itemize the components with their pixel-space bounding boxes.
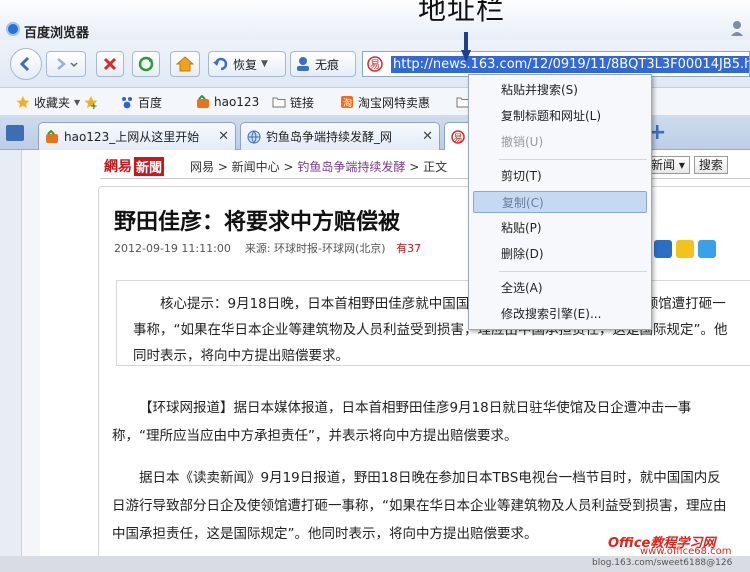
undo-arrow-icon (213, 57, 228, 71)
menu-cut[interactable]: 剪切(T) (473, 165, 647, 187)
bookmark-label: hao123 (214, 95, 260, 109)
tab-close-icon[interactable]: ✕ (422, 129, 433, 144)
bookmark-label: 百度 (138, 95, 163, 110)
arrow-right-icon (57, 58, 78, 70)
incognito-button[interactable]: 无痕 (290, 51, 356, 77)
watermark-blog: blog.163.com/sweet6188@126 (592, 558, 733, 568)
menu-copy[interactable]: 复制(C) (473, 191, 647, 213)
menu-copy-title-url[interactable]: 复制标题和网址(L) (473, 105, 647, 127)
add-favorite-icon[interactable]: + (84, 95, 98, 109)
svg-text:+: + (90, 102, 98, 109)
refresh-button[interactable] (132, 51, 160, 77)
search-category-label: 新闻 (651, 158, 676, 172)
logo-text-netease: 網易 (104, 159, 132, 175)
forward-button[interactable] (46, 51, 86, 77)
svg-text:易: 易 (454, 133, 463, 144)
context-menu: 粘贴并搜索(S) 复制标题和网址(L) 撤销(U) 剪切(T) 复制(C) 粘贴… (468, 74, 652, 330)
page-search: 新闻 ▾ 搜索 (646, 156, 728, 174)
favorites-menu[interactable]: 收藏夹 ▼ + (16, 94, 98, 110)
menu-paste[interactable]: 粘贴(P) (473, 217, 647, 239)
header-divider (100, 178, 750, 179)
home-icon (176, 56, 194, 72)
netease-news-logo[interactable]: 網易 新聞 (104, 156, 165, 176)
menu-separator (499, 159, 647, 160)
bookmark-hao123[interactable]: hao123 (196, 94, 259, 110)
taobao-icon: 淘 (341, 96, 353, 109)
menu-undo: 撤销(U) (501, 135, 544, 149)
menu-delete[interactable]: 删除(D) (473, 243, 647, 265)
tab-hao123[interactable]: hao123_上网从这里开始 ✕ (38, 122, 236, 150)
netease-favicon-icon: 易 (451, 129, 465, 144)
chevron-down-icon: ▼ (74, 97, 81, 107)
breadcrumb: 网易 > 新闻中心 > 钓鱼岛争端持续发酵 > 正文 (190, 158, 447, 175)
breadcrumb-current: > 正文 (405, 160, 448, 174)
tab-list-icon[interactable] (6, 125, 24, 141)
incognito-icon (297, 57, 309, 71)
bookmark-label: 链接 (290, 95, 315, 110)
favorites-label: 收藏夹 (34, 95, 71, 110)
side-panel-margin (22, 150, 40, 572)
hao123-icon (46, 129, 58, 143)
menu-change-search-engine[interactable]: 修改搜索引擎(E)... (473, 303, 647, 325)
share-weibo-icon[interactable] (698, 240, 716, 258)
svg-text:淘: 淘 (343, 97, 352, 109)
annotation-label: 地址栏 (418, 0, 506, 26)
hao123-icon (197, 95, 209, 108)
bookmark-taobao[interactable]: 淘 淘宝网特卖惠 (340, 94, 430, 110)
restore-button[interactable]: 恢复 ▼ (208, 51, 286, 77)
loading-globe-icon (247, 130, 261, 143)
window-title: 百度浏览器 (24, 26, 90, 41)
breadcrumb-topic[interactable]: 钓鱼岛争端持续发酵 (297, 160, 405, 174)
user-icon[interactable] (730, 20, 744, 36)
back-button[interactable] (10, 48, 42, 80)
bookmark-baidu[interactable]: 百度 (120, 94, 162, 110)
article-meta: 2012-09-19 11:11:00 来源: 环球时报-环球网(北京) 有37 (114, 240, 421, 256)
restore-label: 恢复 (233, 57, 258, 72)
menu-paste-and-search[interactable]: 粘贴并搜索(S) (473, 79, 647, 101)
menu-select-all[interactable]: 全选(A) (473, 277, 647, 299)
svg-text:易: 易 (370, 59, 380, 71)
home-button[interactable] (170, 51, 200, 77)
side-panel (0, 150, 22, 572)
annotation-arrow-down-icon (461, 32, 471, 62)
bookmark-links-folder[interactable]: 链接 (272, 94, 314, 110)
article-paragraph-1: 【环球网报道】据日本媒体报道，日本首相野田佳彦9月18日就日驻华使馆及日企遭冲击… (112, 400, 692, 444)
title-bar: 百度浏览器 (0, 0, 750, 41)
share-icons (654, 240, 716, 258)
tab-title: hao123_上网从这里开始 (64, 130, 200, 144)
close-icon (103, 57, 117, 71)
tab-diaoyu-news[interactable]: 钓鱼岛争端持续发酵_网 ✕ (240, 122, 440, 150)
watermark-url: www.office68.com (640, 546, 732, 557)
menu-separator (499, 271, 647, 272)
chevron-down-icon: ▼ (261, 59, 268, 69)
stop-button[interactable] (96, 51, 124, 77)
star-icon (16, 96, 30, 108)
logo-text-news: 新聞 (134, 156, 165, 176)
article-summary-box: 核心提示：9月18日晚，日本首相野田佳彦就中国国内反日游行导致部分日企及使领馆遭… (116, 280, 750, 366)
browser-logo-icon (6, 22, 20, 36)
folder-icon (272, 97, 286, 108)
bookmark-label: 淘宝网特卖惠 (358, 95, 431, 110)
comment-count[interactable]: 有37 (396, 242, 421, 255)
refresh-icon (138, 56, 154, 72)
article-headline: 野田佳彦：将要求中方赔偿被 (114, 209, 401, 235)
search-category-select[interactable]: 新闻 ▾ (646, 156, 690, 174)
tab-title: 钓鱼岛争端持续发酵_网 (266, 130, 393, 144)
incognito-label: 无痕 (315, 57, 340, 72)
netease-favicon-icon: 易 (367, 56, 383, 72)
article-date: 2012-09-19 11:11:00 (114, 242, 231, 255)
screenshot-frame: 百度浏览器 恢复 ▼ 无痕 易 http://news.163.com/12/0… (0, 0, 750, 572)
breadcrumb-home[interactable]: 网易 > 新闻中心 > (190, 160, 297, 174)
baidu-paw-icon (122, 97, 132, 109)
arrow-left-icon (19, 56, 30, 72)
share-qzone-icon[interactable] (676, 240, 694, 258)
article-source: 来源: 环球时报-环球网(北京) (244, 242, 386, 255)
page-search-button[interactable]: 搜索 (693, 156, 728, 174)
share-renren-icon[interactable] (654, 240, 672, 258)
address-url-selected[interactable]: http://news.163.com/12/0919/11/8BQT3L3F0… (391, 56, 749, 73)
tab-close-icon[interactable]: ✕ (218, 129, 229, 144)
